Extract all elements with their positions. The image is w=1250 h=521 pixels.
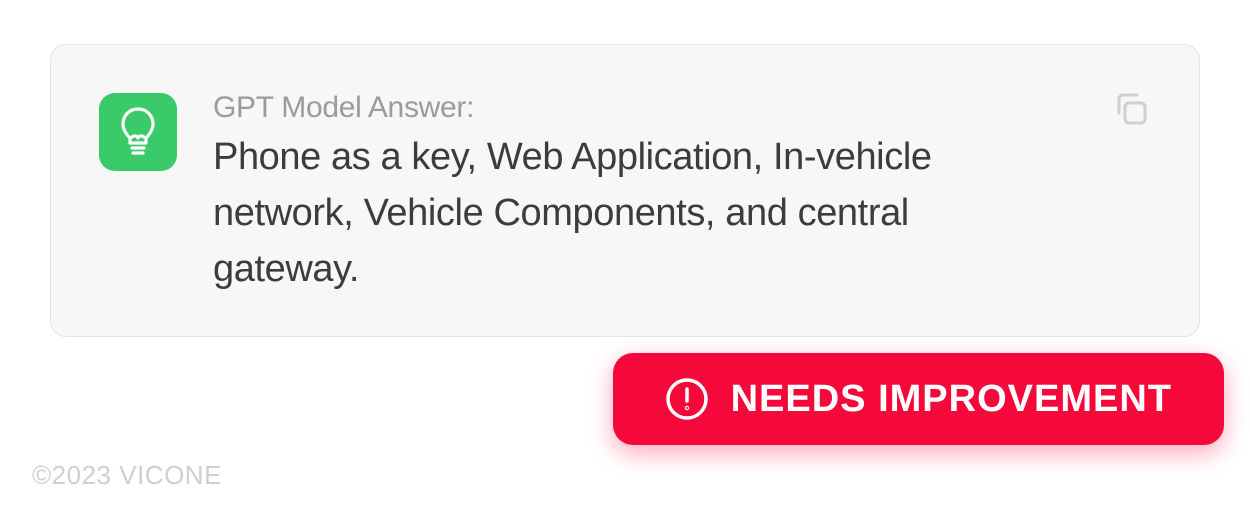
- answer-body: Phone as a key, Web Application, In-vehi…: [213, 129, 1051, 298]
- answer-label: GPT Model Answer:: [213, 91, 1051, 125]
- copyright-text: ©2023 VICONE: [32, 460, 222, 491]
- lightbulb-icon: [99, 93, 177, 171]
- answer-text-block: GPT Model Answer: Phone as a key, Web Ap…: [213, 91, 1151, 298]
- copy-button[interactable]: [1109, 87, 1153, 131]
- alert-icon: [665, 377, 709, 421]
- copy-icon: [1111, 89, 1151, 129]
- status-badge: NEEDS IMPROVEMENT: [613, 353, 1224, 445]
- status-text: NEEDS IMPROVEMENT: [731, 378, 1172, 421]
- answer-card: GPT Model Answer: Phone as a key, Web Ap…: [50, 44, 1200, 337]
